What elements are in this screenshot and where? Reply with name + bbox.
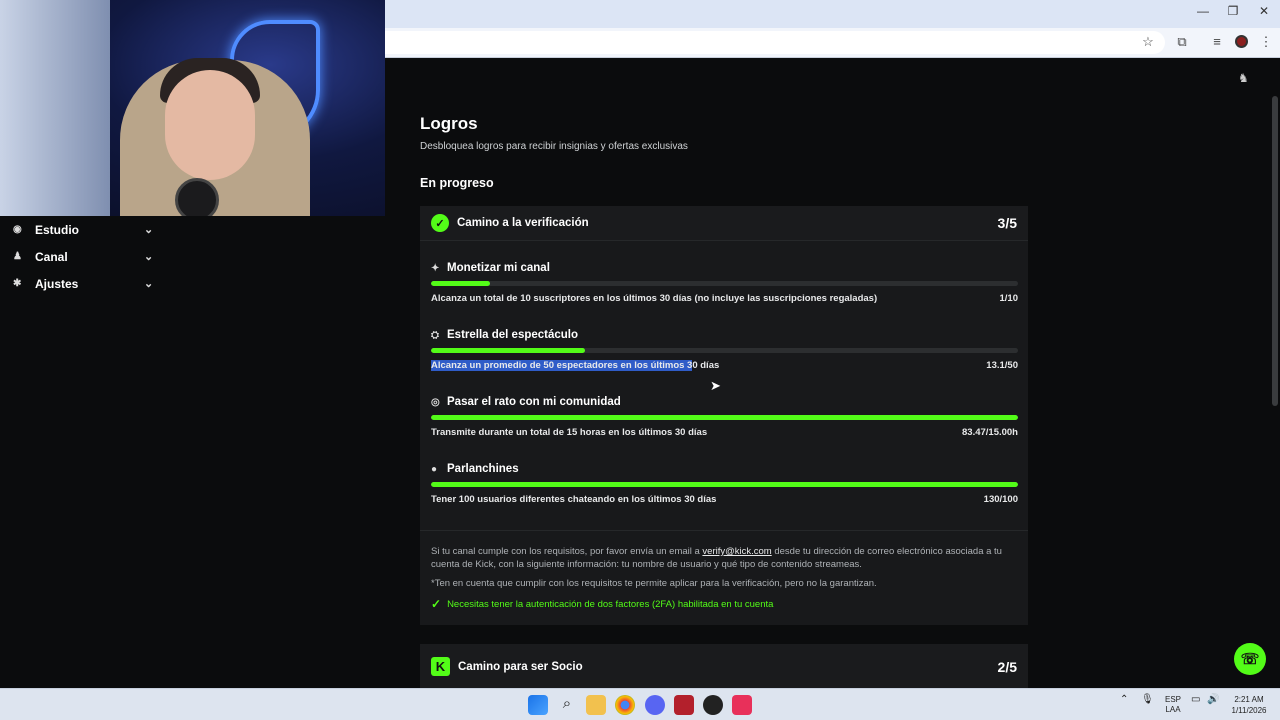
task-title: Monetizar mi canal	[447, 262, 550, 274]
obs-icon[interactable]	[703, 695, 723, 715]
scrollbar[interactable]	[1272, 96, 1278, 406]
clock-date: 1/11/2026	[1231, 706, 1267, 715]
card-header[interactable]: ✓ Camino a la verificación 3/5	[420, 206, 1028, 241]
discord-icon[interactable]	[645, 695, 665, 715]
card-header[interactable]: K Camino para ser Socio 2/5	[420, 644, 1028, 689]
task-description: Alcanza un promedio de 50 espectadores e…	[431, 360, 719, 371]
tiktok-icon[interactable]	[732, 695, 752, 715]
volume-icon[interactable]: 🔊	[1207, 695, 1219, 705]
achievement-card-partner: K Camino para ser Socio 2/5	[420, 644, 1028, 694]
task-chatters: ● Parlanchines Tener 100 usuarios diferen…	[431, 463, 1018, 505]
task-title: Parlanchines	[447, 463, 519, 475]
network-icon[interactable]: ▭	[1191, 695, 1200, 705]
sparkle-icon: ✦	[431, 262, 440, 274]
sidebar-item-ajustes[interactable]: ✱ Ajustes ⌄	[0, 270, 170, 297]
address-bar[interactable]	[385, 31, 1165, 54]
broadcast-icon: ◎	[431, 396, 440, 408]
chrome-icon[interactable]	[615, 695, 635, 715]
verify-email-link[interactable]: verify@kick.com	[702, 546, 771, 557]
task-value: 1/10	[999, 293, 1019, 304]
studio-icon: ◉	[13, 224, 22, 235]
tray-chevron-icon[interactable]: ⌃	[1120, 695, 1128, 705]
mouse-cursor-icon: ➤	[710, 378, 721, 393]
webcam-overlay	[0, 0, 385, 216]
progress-fill	[431, 281, 490, 286]
note-text: Si tu canal cumple con los requisitos, p…	[431, 546, 703, 557]
verify-note: Si tu canal cumple con los requisitos, p…	[431, 545, 1018, 571]
restore-icon[interactable]: ❐	[1218, 4, 1248, 18]
task-description: Alcanza un total de 10 suscriptores en l…	[431, 293, 878, 304]
progress-bar	[431, 348, 1018, 353]
sidebar: ◉ Estudio ⌄ ♟ Canal ⌄ ✱ Ajustes ⌄	[0, 216, 170, 297]
lang-top: ESP	[1164, 695, 1181, 704]
windows-start-icon[interactable]	[528, 695, 548, 715]
card-progress-count: 3/5	[997, 215, 1017, 231]
progress-bar	[431, 415, 1018, 420]
achievement-card-verification: ✓ Camino a la verificación 3/5 ✦ Monetiza…	[420, 206, 1028, 625]
voicemod-icon[interactable]	[674, 695, 694, 715]
card-progress-count: 2/5	[997, 658, 1017, 675]
support-chat-button[interactable]: ☏	[1234, 643, 1266, 675]
page-subtitle: Desbloquea logros para recibir insignias…	[420, 141, 688, 152]
chevron-down-icon[interactable]: ⌄	[144, 223, 158, 236]
star-icon[interactable]: ☆	[1139, 34, 1157, 50]
progress-fill	[431, 348, 585, 353]
task-hangout: ◎ Pasar el rato con mi comunidad Transmit…	[431, 396, 1018, 438]
windows-taskbar: ⌕ ⌃ 🎙 ESP LAA ▭ 🔊 2:21 AM 1/11/2026	[0, 688, 1280, 720]
sidebar-item-label: Canal	[35, 249, 68, 264]
progress-bar	[431, 281, 1018, 286]
task-description: Tener 100 usuarios diferentes chateando …	[431, 494, 717, 505]
chevron-down-icon[interactable]: ⌄	[144, 277, 158, 290]
clock-time: 2:21 AM	[1234, 695, 1264, 704]
tab-search-icon[interactable]: ⧉	[1173, 34, 1191, 50]
lang-bottom: LAA	[1165, 705, 1181, 714]
chevron-down-icon[interactable]: ⌄	[144, 250, 158, 263]
gear-icon: ✱	[13, 278, 22, 289]
profile-avatar[interactable]	[1235, 35, 1248, 48]
selected-text: Alcanza un promedio de 50 espectadores e…	[431, 360, 693, 371]
disclaimer: *Ten en cuenta que cumplir con los requi…	[431, 578, 877, 589]
kick-logo-icon: K	[431, 657, 450, 676]
channel-icon: ♟	[13, 251, 22, 262]
sidebar-item-estudio[interactable]: ◉ Estudio ⌄	[0, 216, 170, 243]
task-description: Transmite durante un total de 15 horas e…	[431, 427, 708, 438]
twofa-text: Necesitas tener la autenticación de dos …	[447, 598, 774, 610]
menu-icon[interactable]: ⋮	[1257, 34, 1275, 50]
task-monetize: ✦ Monetizar mi canal Alcanza un total de …	[431, 262, 1018, 304]
unselected-text: 0 días	[692, 360, 720, 371]
check-icon: ✓	[431, 597, 442, 611]
task-value: 13.1/50	[986, 360, 1018, 371]
progress-fill	[431, 482, 1018, 487]
search-icon[interactable]: ⌕	[557, 695, 577, 715]
card-title: Camino a la verificación	[457, 217, 589, 229]
task-star: ⛭ Estrella del espectáculo Alcanza un pro…	[431, 329, 1018, 371]
progress-fill	[431, 415, 1018, 420]
task-value: 83.47/15.00h	[962, 427, 1018, 438]
task-title: Estrella del espectáculo	[447, 329, 579, 341]
page-title: Logros	[420, 114, 478, 133]
file-explorer-icon[interactable]	[586, 695, 606, 715]
divider	[420, 530, 1028, 531]
section-title: En progreso	[420, 176, 494, 190]
floating-figure-icon: ♞	[1238, 71, 1249, 85]
twofa-requirement: ✓ Necesitas tener la autenticación de dos…	[431, 597, 773, 611]
close-icon[interactable]: ✕	[1249, 4, 1279, 18]
card-title: Camino para ser Socio	[458, 660, 583, 673]
task-title: Pasar el rato con mi comunidad	[447, 396, 621, 408]
minimize-icon[interactable]: —	[1188, 4, 1218, 18]
sidebar-item-canal[interactable]: ♟ Canal ⌄	[0, 243, 170, 270]
sidebar-item-label: Ajustes	[35, 276, 79, 291]
clock[interactable]: 2:21 AM 1/11/2026	[1226, 694, 1272, 716]
progress-bar	[431, 482, 1018, 487]
browser-titlebar: — ❐ ✕	[385, 0, 1280, 28]
task-value: 130/100	[983, 494, 1018, 505]
media-icon[interactable]: ≡	[1208, 34, 1226, 49]
chat-icon: ●	[431, 463, 438, 475]
verified-badge-icon: ✓	[431, 214, 449, 232]
sidebar-item-label: Estudio	[35, 222, 79, 237]
users-icon: ⛭	[431, 329, 439, 341]
language-indicator[interactable]: ESP LAA	[1163, 695, 1183, 715]
microphone-icon[interactable]: 🎙	[1141, 695, 1154, 705]
